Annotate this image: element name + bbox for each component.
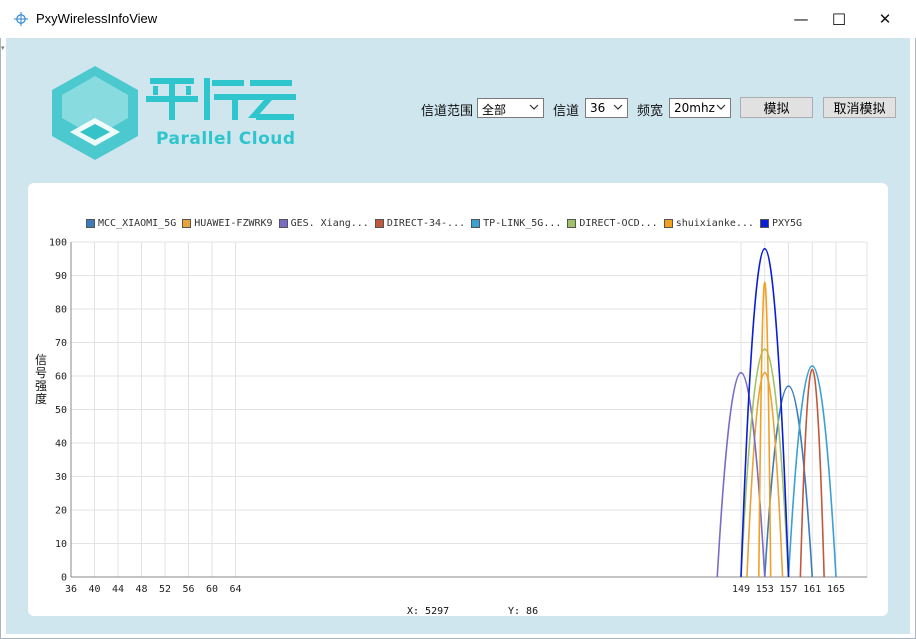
- chevron-down-icon: [716, 104, 726, 110]
- legend-item: MCC_XIAOMI_5G: [86, 216, 176, 230]
- legend-swatch: [759, 218, 769, 228]
- maximize-icon: ☐: [831, 9, 847, 29]
- maximize-button[interactable]: ☐: [816, 0, 862, 38]
- simulate-button[interactable]: 模拟: [740, 97, 813, 118]
- legend-label: TP-LINK_5G...: [483, 217, 562, 229]
- resize-marker-icon: ▾: [1, 44, 5, 52]
- legend-label: GES. Xiang...: [290, 217, 369, 229]
- legend-label: HUAWEI-FZWRK9: [194, 217, 273, 229]
- window-title: PxyWirelessInfoView: [36, 11, 158, 26]
- legend-swatch: [663, 218, 673, 228]
- channel-select[interactable]: 36: [585, 98, 628, 118]
- legend-item: TP-LINK_5G...: [471, 216, 561, 230]
- chevron-down-icon: [613, 104, 623, 110]
- legend-item: DIRECT-OCD...: [567, 216, 658, 230]
- legend-swatch: [374, 218, 384, 228]
- cursor-x-readout: X: 5297: [407, 606, 450, 617]
- logo-text: Parallel Cloud: [156, 129, 296, 149]
- close-icon: ✕: [878, 10, 892, 28]
- channel-range-label: 信道范围: [421, 104, 474, 119]
- legend-swatch: [182, 218, 192, 228]
- legend-label: DIRECT-OCD...: [579, 217, 658, 229]
- legend-item: GES. Xiang...: [278, 216, 369, 230]
- chart-legend: MCC_XIAOMI_5G HUAWEI-FZWRK9 GES. Xiang... D…: [86, 216, 808, 230]
- legend-item: DIRECT-34-...: [374, 216, 466, 230]
- legend-swatch: [278, 218, 288, 228]
- channel-range-select[interactable]: 全部: [477, 98, 544, 118]
- minimize-icon: —: [793, 10, 809, 28]
- bandwidth-select[interactable]: 20mhz: [669, 98, 731, 118]
- legend-label: DIRECT-34-...: [386, 217, 466, 229]
- legend-swatch: [567, 218, 577, 228]
- chevron-down-icon: [529, 104, 539, 110]
- legend-swatch: [471, 218, 481, 228]
- y-axis-label: 信号强度: [35, 354, 47, 406]
- legend-label: PXY5G: [771, 217, 803, 229]
- channel-label: 信道: [553, 104, 580, 119]
- bandwidth-label: 频宽: [637, 104, 664, 119]
- window-border-left: [0, 38, 1, 638]
- title-bar: PxyWirelessInfoView — ☐ ✕: [0, 0, 916, 38]
- cursor-y-readout: Y: 86: [508, 606, 539, 617]
- cancel-simulate-button[interactable]: 取消模拟: [823, 97, 896, 118]
- y-axis-label-char: 度: [35, 392, 48, 406]
- channel-range-value: 全部: [482, 103, 507, 117]
- bandwidth-value: 20mhz: [674, 101, 715, 115]
- legend-swatch: [86, 218, 95, 228]
- channel-value: 36: [590, 101, 606, 115]
- legend-item: shuixianke...: [663, 216, 754, 230]
- chart-panel: [28, 183, 888, 616]
- app-icon: [14, 12, 28, 26]
- legend-label: MCC_XIAOMI_5G: [98, 217, 177, 229]
- legend-label: shuixianke...: [675, 217, 754, 229]
- close-button[interactable]: ✕: [862, 0, 908, 38]
- legend-item: HUAWEI-FZWRK9: [182, 216, 273, 230]
- legend-item: PXY5G: [759, 216, 803, 230]
